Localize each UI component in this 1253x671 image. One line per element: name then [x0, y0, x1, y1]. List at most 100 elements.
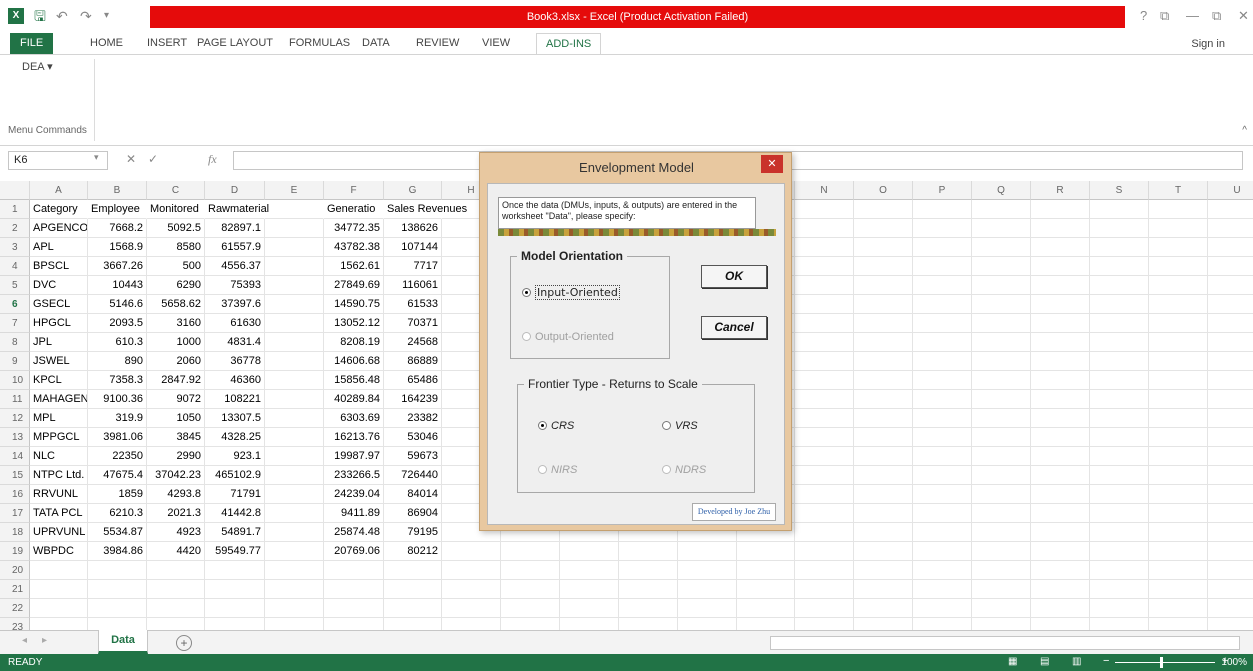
cell-r9[interactable]	[1031, 352, 1090, 371]
tab-insert[interactable]: INSERT	[147, 33, 187, 55]
zoom-slider[interactable]	[1115, 662, 1215, 663]
cell-p17[interactable]	[913, 504, 972, 523]
row-header-10[interactable]: 10	[0, 371, 30, 390]
cell-k21[interactable]	[619, 580, 678, 599]
cell-a13[interactable]: MPPGCL	[30, 428, 88, 447]
cell-c20[interactable]	[147, 561, 205, 580]
cell-s3[interactable]	[1090, 238, 1149, 257]
cell-p16[interactable]	[913, 485, 972, 504]
cell-n5[interactable]	[795, 276, 854, 295]
cell-s17[interactable]	[1090, 504, 1149, 523]
cell-a16[interactable]: RRVUNL	[30, 485, 88, 504]
cell-s18[interactable]	[1090, 523, 1149, 542]
cell-e16[interactable]	[265, 485, 324, 504]
cell-f10[interactable]: 15856.48	[324, 371, 384, 390]
name-box-dropdown-icon[interactable]: ▾	[94, 152, 99, 163]
tab-view[interactable]: VIEW	[482, 33, 510, 55]
cell-m22[interactable]	[737, 599, 795, 618]
row-header-6[interactable]: 6	[0, 295, 30, 314]
cell-u17[interactable]	[1208, 504, 1253, 523]
cell-t1[interactable]	[1149, 200, 1208, 219]
zoom-out-icon[interactable]: −	[1103, 655, 1109, 667]
tab-add-ins[interactable]: ADD-INS	[536, 33, 602, 55]
cell-s14[interactable]	[1090, 447, 1149, 466]
cell-i19[interactable]	[501, 542, 560, 561]
cell-b21[interactable]	[88, 580, 147, 599]
cell-p14[interactable]	[913, 447, 972, 466]
cell-o17[interactable]	[854, 504, 913, 523]
cell-o14[interactable]	[854, 447, 913, 466]
cell-m19[interactable]	[737, 542, 795, 561]
cell-s2[interactable]	[1090, 219, 1149, 238]
cell-q8[interactable]	[972, 333, 1031, 352]
row-header-11[interactable]: 11	[0, 390, 30, 409]
cell-d13[interactable]: 4328.25	[205, 428, 265, 447]
cell-d2[interactable]: 82897.1	[205, 219, 265, 238]
column-header-q[interactable]: Q	[972, 181, 1031, 200]
cell-d12[interactable]: 13307.5	[205, 409, 265, 428]
cell-g13[interactable]: 53046	[384, 428, 442, 447]
dea-menu-button[interactable]: DEA ▾	[22, 60, 53, 73]
cell-p6[interactable]	[913, 295, 972, 314]
cell-s15[interactable]	[1090, 466, 1149, 485]
cell-l21[interactable]	[678, 580, 737, 599]
cell-n4[interactable]	[795, 257, 854, 276]
row-header-22[interactable]: 22	[0, 599, 30, 618]
cell-u14[interactable]	[1208, 447, 1253, 466]
column-header-o[interactable]: O	[854, 181, 913, 200]
cell-f7[interactable]: 13052.12	[324, 314, 384, 333]
cell-f18[interactable]: 25874.48	[324, 523, 384, 542]
cell-p21[interactable]	[913, 580, 972, 599]
cell-q20[interactable]	[972, 561, 1031, 580]
cell-b20[interactable]	[88, 561, 147, 580]
cell-f3[interactable]: 43782.38	[324, 238, 384, 257]
cell-u20[interactable]	[1208, 561, 1253, 580]
cell-b4[interactable]: 3667.26	[88, 257, 147, 276]
cell-r3[interactable]	[1031, 238, 1090, 257]
tab-formulas[interactable]: FORMULAS	[289, 33, 350, 55]
cell-f16[interactable]: 24239.04	[324, 485, 384, 504]
cell-u7[interactable]	[1208, 314, 1253, 333]
cell-f14[interactable]: 19987.97	[324, 447, 384, 466]
cell-f20[interactable]	[324, 561, 384, 580]
cell-e10[interactable]	[265, 371, 324, 390]
cell-e5[interactable]	[265, 276, 324, 295]
cell-s6[interactable]	[1090, 295, 1149, 314]
cell-c9[interactable]: 2060	[147, 352, 205, 371]
cell-e23[interactable]	[265, 618, 324, 630]
ribbon-display-icon[interactable]: ⧉	[1160, 6, 1169, 26]
cell-t13[interactable]	[1149, 428, 1208, 447]
cell-f6[interactable]: 14590.75	[324, 295, 384, 314]
cell-d20[interactable]	[205, 561, 265, 580]
cell-e4[interactable]	[265, 257, 324, 276]
cell-s22[interactable]	[1090, 599, 1149, 618]
cell-s5[interactable]	[1090, 276, 1149, 295]
cell-n9[interactable]	[795, 352, 854, 371]
maximize-icon[interactable]: ⧉	[1212, 6, 1221, 26]
cell-q18[interactable]	[972, 523, 1031, 542]
cell-a7[interactable]: HPGCL	[30, 314, 88, 333]
cell-f4[interactable]: 1562.61	[324, 257, 384, 276]
cell-n10[interactable]	[795, 371, 854, 390]
cell-n19[interactable]	[795, 542, 854, 561]
cell-b18[interactable]: 5534.87	[88, 523, 147, 542]
row-header-15[interactable]: 15	[0, 466, 30, 485]
cell-a5[interactable]: DVC	[30, 276, 88, 295]
cell-q19[interactable]	[972, 542, 1031, 561]
cell-q12[interactable]	[972, 409, 1031, 428]
confirm-entry-icon[interactable]: ✓	[148, 152, 158, 166]
cell-c1[interactable]: Monitored	[147, 200, 205, 219]
cell-c4[interactable]: 500	[147, 257, 205, 276]
cell-q6[interactable]	[972, 295, 1031, 314]
cell-f19[interactable]: 20769.06	[324, 542, 384, 561]
next-sheet-icon[interactable]: ▸	[42, 635, 47, 646]
row-header-12[interactable]: 12	[0, 409, 30, 428]
cell-d6[interactable]: 37397.6	[205, 295, 265, 314]
cell-r17[interactable]	[1031, 504, 1090, 523]
column-header-f[interactable]: F	[324, 181, 384, 200]
cell-t19[interactable]	[1149, 542, 1208, 561]
column-header-r[interactable]: R	[1031, 181, 1090, 200]
cell-t8[interactable]	[1149, 333, 1208, 352]
cell-f13[interactable]: 16213.76	[324, 428, 384, 447]
column-header-c[interactable]: C	[147, 181, 205, 200]
